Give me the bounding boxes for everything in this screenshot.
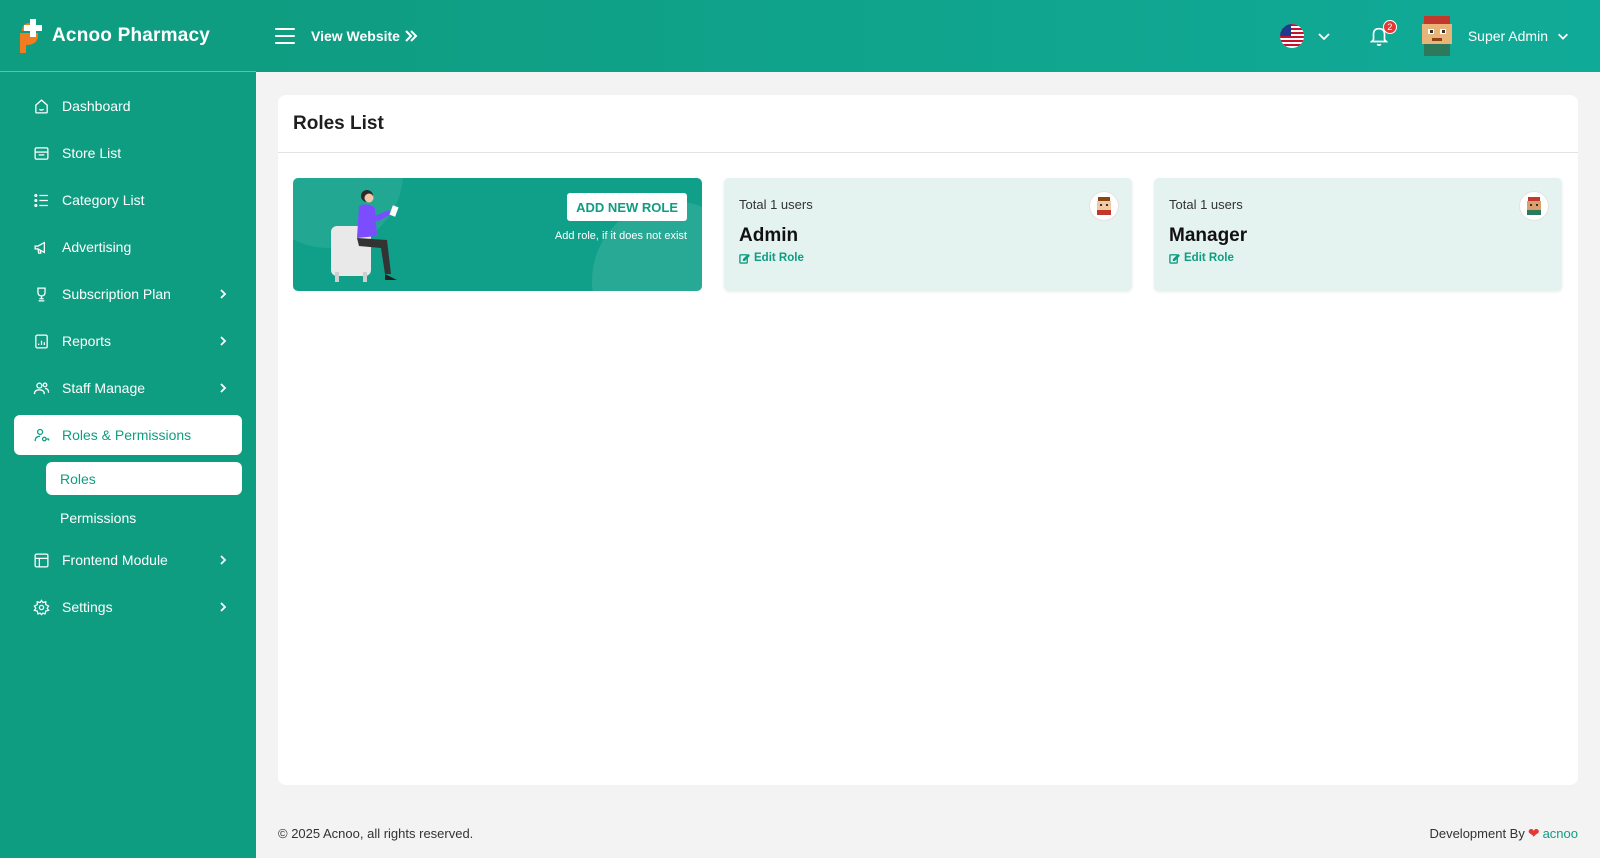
sidebar-subitem-roles[interactable]: Roles bbox=[46, 462, 242, 495]
add-new-role-button[interactable]: ADD NEW ROLE bbox=[567, 193, 687, 221]
layout-icon bbox=[32, 551, 50, 569]
sidebar-item-label: Roles & Permissions bbox=[62, 427, 192, 443]
copyright-text: © 2025 Acnoo, all rights reserved. bbox=[278, 825, 474, 841]
roles-grid: ADD NEW ROLE Add role, if it does not ex… bbox=[293, 178, 1562, 291]
chevron-right-icon bbox=[220, 289, 227, 299]
add-role-description: Add role, if it does not exist bbox=[554, 230, 687, 242]
edit-icon bbox=[739, 253, 750, 264]
menu-toggle-icon[interactable] bbox=[275, 28, 295, 44]
page-title: Roles List bbox=[293, 112, 384, 134]
us-flag-icon[interactable] bbox=[1279, 24, 1304, 48]
sidebar-item-roles-permissions[interactable]: Roles & Permissions bbox=[14, 415, 242, 455]
pharmacy-cross-logo bbox=[20, 18, 42, 53]
sidebar-item-label: Frontend Module bbox=[62, 552, 168, 568]
chevron-right-icon bbox=[220, 555, 227, 565]
chevron-down-icon[interactable] bbox=[1556, 29, 1570, 43]
store-icon bbox=[32, 144, 50, 162]
sidebar-item-dashboard[interactable]: Dashboard bbox=[14, 86, 242, 126]
notification-bell[interactable]: 2 bbox=[1368, 20, 1397, 47]
brand[interactable]: Acnoo Pharmacy bbox=[0, 0, 256, 72]
avatar[interactable] bbox=[1420, 16, 1454, 56]
trophy-icon bbox=[32, 285, 50, 303]
gear-icon bbox=[32, 598, 50, 616]
chevron-right-icon bbox=[220, 602, 227, 612]
user-avatar-icon bbox=[1527, 197, 1541, 215]
card-header: Roles List bbox=[278, 95, 1578, 153]
role-card-admin: Total 1 users Admin Edit Role bbox=[724, 178, 1132, 291]
view-website-link[interactable]: View Website bbox=[311, 28, 418, 44]
brand-name: Acnoo Pharmacy bbox=[52, 24, 211, 46]
role-name: Admin bbox=[739, 225, 799, 246]
developer-link[interactable]: acnoo bbox=[1543, 826, 1578, 841]
edit-icon bbox=[1169, 253, 1180, 264]
megaphone-icon bbox=[32, 238, 50, 256]
edit-role-label: Edit Role bbox=[754, 252, 804, 264]
sidebar-item-label: Dashboard bbox=[62, 98, 131, 114]
users-icon bbox=[32, 379, 50, 397]
chevron-right-icon bbox=[220, 336, 227, 346]
sidebar-item-reports[interactable]: Reports bbox=[14, 321, 242, 361]
chevron-down-icon[interactable] bbox=[1316, 28, 1332, 44]
sidebar-item-label: Staff Manage bbox=[62, 380, 146, 396]
user-avatar-icon bbox=[1097, 197, 1111, 215]
sidebar-item-label: Category List bbox=[62, 192, 145, 208]
sidebar-item-category-list[interactable]: Category List bbox=[14, 180, 242, 220]
sidebar-item-label: Reports bbox=[62, 333, 112, 349]
woman-on-chair-illustration bbox=[331, 190, 399, 282]
avatar bbox=[1520, 192, 1548, 220]
view-website-label: View Website bbox=[311, 28, 400, 44]
topbar: View Website 2 Super Admin bbox=[256, 0, 1600, 72]
sidebar-item-settings[interactable]: Settings bbox=[14, 587, 242, 627]
sidebar-item-label: Store List bbox=[62, 145, 122, 161]
sidebar-nav: Dashboard Store List Category List Adver… bbox=[0, 72, 256, 627]
topbar-right: 2 Super Admin bbox=[1279, 0, 1600, 72]
role-user-count: Total 1 users bbox=[1169, 197, 1243, 212]
roles-card: Roles List ADD NEW ROLE Add role, if it … bbox=[278, 95, 1578, 785]
main-content: Roles List ADD NEW ROLE Add role, if it … bbox=[256, 72, 1600, 808]
heart-icon: ❤ bbox=[1527, 824, 1540, 841]
role-card-manager: Total 1 users Manager Edit Role bbox=[1154, 178, 1562, 291]
home-icon bbox=[32, 97, 50, 115]
list-icon bbox=[32, 191, 50, 209]
notification-badge: 2 bbox=[1382, 20, 1397, 34]
double-chevron-right-icon bbox=[405, 30, 418, 42]
chevron-right-icon bbox=[220, 383, 227, 393]
add-role-card: ADD NEW ROLE Add role, if it does not ex… bbox=[293, 178, 702, 291]
role-name: Manager bbox=[1169, 225, 1248, 246]
sidebar-subitem-permissions[interactable]: Permissions bbox=[46, 501, 242, 534]
user-name[interactable]: Super Admin bbox=[1468, 28, 1548, 44]
footer: © 2025 Acnoo, all rights reserved. Devel… bbox=[256, 808, 1600, 858]
developer-credit: Development By ❤ acnoo bbox=[1429, 825, 1578, 842]
dev-by-label: Development By bbox=[1429, 825, 1525, 841]
sidebar-item-subscription-plan[interactable]: Subscription Plan bbox=[14, 274, 242, 314]
sidebar-item-staff-manage[interactable]: Staff Manage bbox=[14, 368, 242, 408]
avatar bbox=[1090, 192, 1118, 220]
edit-role-link[interactable]: Edit Role bbox=[739, 252, 1117, 264]
sidebar-item-store-list[interactable]: Store List bbox=[14, 133, 242, 173]
edit-role-link[interactable]: Edit Role bbox=[1169, 252, 1547, 264]
sidebar-item-advertising[interactable]: Advertising bbox=[14, 227, 242, 267]
sidebar: Acnoo Pharmacy Dashboard Store List Cate… bbox=[0, 0, 256, 858]
report-icon bbox=[32, 332, 50, 350]
user-key-icon bbox=[32, 426, 50, 444]
sidebar-item-label: Settings bbox=[62, 599, 113, 615]
sidebar-item-label: Subscription Plan bbox=[62, 286, 171, 302]
role-user-count: Total 1 users bbox=[739, 197, 813, 212]
sidebar-item-label: Advertising bbox=[62, 239, 132, 255]
sidebar-item-frontend-module[interactable]: Frontend Module bbox=[14, 540, 242, 580]
edit-role-label: Edit Role bbox=[1184, 252, 1234, 264]
